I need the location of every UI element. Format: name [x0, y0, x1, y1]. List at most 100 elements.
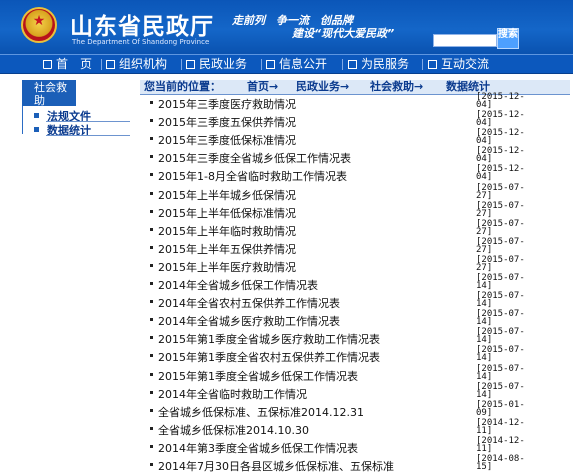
bullet-icon	[150, 427, 153, 430]
main-nav: 首 页 组织机构 民政业务 信息公开 为民服务 互动交流	[0, 54, 573, 74]
list-item-date: [2015-07-27]	[476, 237, 525, 255]
nav-label: 民政业务	[199, 57, 248, 71]
slogan-line2: 建设“现代大爱民政”	[292, 27, 395, 40]
bullet-icon	[150, 101, 153, 104]
breadcrumb-home[interactable]: 首页→	[247, 80, 278, 94]
monitor-icon	[266, 60, 275, 69]
nav-label: 信息公开	[279, 57, 328, 71]
nav-item-service[interactable]: 为民服务	[348, 56, 409, 73]
bullet-icon	[34, 127, 39, 132]
nav-item-home[interactable]: 首 页	[43, 56, 92, 73]
bullet-icon	[150, 373, 153, 376]
list-item-date: [2015-07-14]	[476, 273, 525, 291]
breadcrumb-prefix: 您当前的位置：	[144, 80, 221, 93]
search-input[interactable]	[433, 34, 497, 47]
nav-item-disclosure[interactable]: 信息公开	[266, 56, 327, 73]
home-icon	[43, 60, 52, 69]
service-icon	[348, 60, 357, 69]
bullet-icon	[150, 246, 153, 249]
nav-label: 首 页	[56, 57, 93, 71]
list-item-title[interactable]: 2015年上半年城乡低保情况	[158, 187, 296, 203]
nav-divider	[261, 59, 262, 70]
bullet-icon	[150, 155, 153, 158]
list-item-title[interactable]: 2015年三季度低保标准情况	[158, 132, 296, 148]
list-item-title[interactable]: 2015年第1季度全省城乡低保工作情况表	[158, 368, 358, 384]
list-item-title[interactable]: 2015年上半年临时救助情况	[158, 223, 296, 239]
site-header: ★ 山东省民政厅 The Department Of Shandong Prov…	[0, 0, 573, 54]
bullet-icon	[150, 318, 153, 321]
org-icon	[106, 60, 115, 69]
breadcrumb-level2[interactable]: 社会救助→	[370, 80, 423, 94]
list-item-title[interactable]: 全省城乡低保标准、五保标准2014.12.31	[158, 404, 364, 420]
list-item-date: [2015-12-04]	[476, 164, 525, 182]
list-item-title[interactable]: 2015年三季度全省城乡低保工作情况表	[158, 150, 351, 166]
nav-divider	[181, 59, 182, 70]
list-item-date: [2014-08-15]	[476, 454, 525, 472]
bullet-icon	[150, 137, 153, 140]
list-item-date: [2015-07-27]	[476, 219, 525, 237]
list-item-title[interactable]: 全省城乡低保标准2014.10.30	[158, 422, 309, 438]
bullet-icon	[150, 192, 153, 195]
list-item-date: [2015-07-14]	[476, 345, 525, 363]
list-item-date: [2015-07-14]	[476, 382, 525, 400]
bullet-icon	[150, 210, 153, 213]
nav-label: 组织机构	[119, 57, 168, 71]
list-item-date: [2015-07-27]	[476, 201, 525, 219]
list-item[interactable]: 2014年7月30日各县区城乡低保标准、五保标准 [2014-08-15]	[150, 454, 570, 474]
list-item-date: [2015-12-04]	[476, 128, 525, 146]
nav-item-organization[interactable]: 组织机构	[106, 56, 167, 73]
list-item-title[interactable]: 2014年全省城乡医疗救助工作情况表	[158, 313, 340, 329]
bullet-icon	[150, 282, 153, 285]
bullet-icon	[150, 354, 153, 357]
list-item-title[interactable]: 2015年第1季度全省城乡医疗救助工作情况表	[158, 331, 380, 347]
bullet-icon	[150, 445, 153, 448]
list-item-title[interactable]: 2015年上半年医疗救助情况	[158, 259, 296, 275]
bullet-icon	[150, 300, 153, 303]
bullet-icon	[150, 409, 153, 412]
nav-divider	[342, 59, 343, 70]
list-item-date: [2015-01-09]	[476, 400, 525, 418]
list-item-date: [2015-07-14]	[476, 327, 525, 345]
list-item-title[interactable]: 2014年全省城乡低保工作情况表	[158, 277, 318, 293]
list-item-date: [2015-12-04]	[476, 110, 525, 128]
site-title[interactable]: 山东省民政厅	[70, 7, 214, 41]
list-item-title[interactable]: 2015年1-8月全省临时救助工作情况表	[158, 168, 347, 184]
bullet-icon	[150, 264, 153, 267]
bullet-icon	[34, 113, 39, 118]
bullet-icon	[150, 119, 153, 122]
breadcrumb-level1[interactable]: 民政业务→	[296, 80, 349, 94]
list-item-title[interactable]: 2015年上半年低保标准情况	[158, 205, 296, 221]
nav-item-interaction[interactable]: 互动交流	[428, 56, 489, 73]
list-item-title[interactable]: 2014年第3季度全省城乡低保工作情况表	[158, 440, 358, 456]
site-subtitle: The Department Of Shandong Province	[72, 38, 210, 46]
nav-label: 互动交流	[441, 57, 490, 71]
sidebar-title: 社会救助	[22, 80, 76, 107]
bullet-icon	[150, 336, 153, 339]
chat-icon	[428, 60, 437, 69]
list-item-title[interactable]: 2015年第1季度全省农村五保供养工作情况表	[158, 349, 380, 365]
bullet-icon	[150, 228, 153, 231]
list-item-date: [2014-12-11]	[476, 418, 525, 436]
list-item-date: [2015-07-14]	[476, 291, 525, 309]
list-item-title[interactable]: 2015年上半年五保供养情况	[158, 241, 296, 257]
nav-label: 为民服务	[361, 57, 410, 71]
list-item-title[interactable]: 2015年三季度医疗救助情况	[158, 96, 296, 112]
list-item[interactable]: 2015年第1季度全省农村五保供养工作情况表 [2015-07-14]	[150, 345, 570, 365]
bullet-icon	[150, 391, 153, 394]
list-item-date: [2015-12-04]	[476, 92, 525, 110]
list-item-date: [2014-12-11]	[476, 436, 525, 454]
search-button[interactable]: 搜索	[497, 28, 519, 49]
nav-divider	[101, 59, 102, 70]
national-emblem-icon: ★	[21, 7, 57, 43]
nav-divider	[422, 59, 423, 70]
list-item-date: [2015-12-04]	[476, 146, 525, 164]
bullet-icon	[150, 463, 153, 466]
business-icon	[186, 60, 195, 69]
list-item-title[interactable]: 2014年全省农村五保供养工作情况表	[158, 295, 340, 311]
nav-item-business[interactable]: 民政业务	[186, 56, 247, 73]
list-item-title[interactable]: 2014年7月30日各县区城乡低保标准、五保标准	[158, 458, 394, 474]
list-item-title[interactable]: 2014年全省临时救助工作情况	[158, 386, 307, 402]
list-item-title[interactable]: 2015年三季度五保供养情况	[158, 114, 296, 130]
divider	[46, 135, 130, 136]
list-item[interactable]: 2015年1-8月全省临时救助工作情况表 [2015-12-04]	[150, 164, 570, 184]
